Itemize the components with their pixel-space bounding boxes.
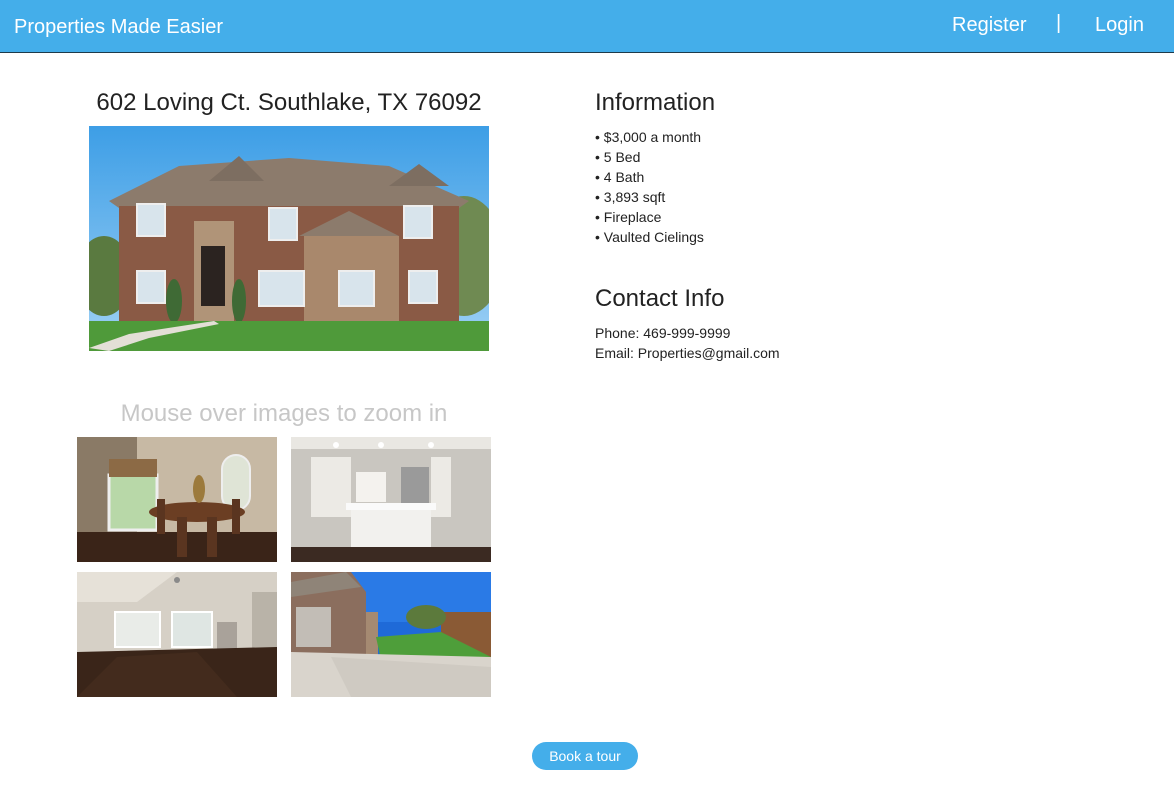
- thumbnail-living-room[interactable]: [77, 572, 277, 697]
- kitchen-icon: [291, 437, 491, 562]
- contact-email: Email: Properties@gmail.com: [595, 345, 780, 361]
- hero-house-image: [89, 126, 489, 351]
- thumbnail-backyard[interactable]: [291, 572, 491, 697]
- living-room-icon: [77, 572, 277, 697]
- login-link[interactable]: Login: [1095, 14, 1144, 37]
- info-sqft: 3,893 sqft: [595, 187, 704, 207]
- info-beds: 5 Bed: [595, 147, 704, 167]
- information-list: $3,000 a month 5 Bed 4 Bath 3,893 sqft F…: [595, 127, 704, 247]
- nav-separator: |: [1056, 12, 1062, 34]
- contact-heading: Contact Info: [595, 285, 725, 312]
- backyard-icon: [291, 572, 491, 697]
- info-fireplace: Fireplace: [595, 207, 704, 227]
- register-link[interactable]: Register: [952, 14, 1026, 37]
- info-ceilings: Vaulted Cielings: [595, 227, 704, 247]
- information-heading: Information: [595, 89, 716, 116]
- thumbnail-dining-room[interactable]: [77, 437, 277, 562]
- dining-room-icon: [77, 437, 277, 562]
- house-exterior-icon: [89, 126, 489, 351]
- thumbnail-kitchen[interactable]: [291, 437, 491, 562]
- contact-phone: Phone: 469-999-9999: [595, 325, 731, 341]
- info-price: $3,000 a month: [595, 127, 704, 147]
- book-tour-button[interactable]: Book a tour: [532, 742, 638, 770]
- property-address: 602 Loving Ct. Southlake, TX 76092: [96, 89, 482, 116]
- brand-link[interactable]: Properties Made Easier: [14, 16, 223, 39]
- info-baths: 4 Bath: [595, 167, 704, 187]
- top-navbar: Properties Made Easier Register | Login: [0, 0, 1174, 53]
- contact-details: Phone: 469-999-9999 Email: Properties@gm…: [595, 323, 780, 363]
- zoom-hint: Mouse over images to zoom in: [120, 400, 448, 427]
